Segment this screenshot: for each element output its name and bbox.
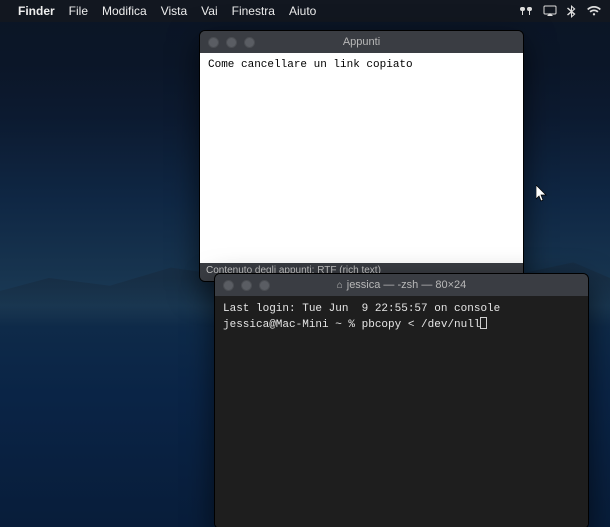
airplay-icon[interactable] (543, 5, 557, 17)
mouse-pointer-icon (536, 185, 548, 203)
menu-help[interactable]: Aiuto (289, 4, 316, 18)
traffic-lights (215, 280, 270, 291)
menu-right (519, 5, 602, 18)
menu-window[interactable]: Finestra (232, 4, 275, 18)
terminal-title: ⌂jessica — -zsh — 80×24 (215, 279, 588, 291)
clipboard-content: Come cancellare un link copiato (200, 53, 523, 263)
close-icon[interactable] (223, 280, 234, 291)
close-icon[interactable] (208, 37, 219, 48)
home-folder-icon: ⌂ (337, 280, 343, 291)
terminal-cursor (480, 317, 487, 329)
app-menu[interactable]: Finder (18, 4, 55, 18)
terminal-command: pbcopy < /dev/null (362, 319, 481, 331)
menu-view[interactable]: Vista (161, 4, 187, 18)
clipboard-titlebar[interactable]: Appunti (200, 31, 523, 53)
terminal-window[interactable]: ⌂jessica — -zsh — 80×24 Last login: Tue … (214, 273, 589, 527)
zoom-icon[interactable] (244, 37, 255, 48)
menu-file[interactable]: File (69, 4, 88, 18)
bluetooth-icon[interactable] (567, 5, 576, 18)
terminal-output[interactable]: Last login: Tue Jun 9 22:55:57 on consol… (215, 296, 588, 527)
menu-edit[interactable]: Modifica (102, 4, 147, 18)
menu-left: Finder File Modifica Vista Vai Finestra … (18, 4, 316, 18)
minimize-icon[interactable] (241, 280, 252, 291)
terminal-prompt: jessica@Mac-Mini ~ % (223, 319, 362, 331)
menu-go[interactable]: Vai (201, 4, 217, 18)
wifi-icon[interactable] (586, 5, 602, 17)
terminal-line: Last login: Tue Jun 9 22:55:57 on consol… (223, 303, 500, 315)
zoom-icon[interactable] (259, 280, 270, 291)
minimize-icon[interactable] (226, 37, 237, 48)
airpods-icon[interactable] (519, 5, 533, 17)
traffic-lights (200, 37, 255, 48)
terminal-titlebar[interactable]: ⌂jessica — -zsh — 80×24 (215, 274, 588, 296)
menubar: Finder File Modifica Vista Vai Finestra … (0, 0, 610, 22)
clipboard-window[interactable]: Appunti Come cancellare un link copiato … (199, 30, 524, 282)
